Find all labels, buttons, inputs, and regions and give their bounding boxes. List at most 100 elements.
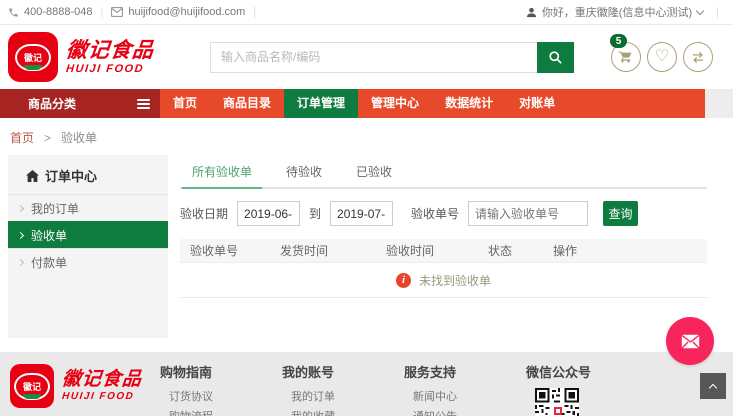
nav-item-stats[interactable]: 数据统计	[432, 89, 506, 118]
hamburger-icon	[137, 98, 150, 109]
col-header-number: 验收单号	[190, 244, 239, 258]
nav-item-statement[interactable]: 对账单	[506, 89, 568, 118]
breadcrumb: 首页 > 验收单	[0, 118, 733, 155]
acceptance-table: 验收单号 发货时间 验收时间 状态 操作 i 未找到验收单	[180, 239, 707, 298]
chevron-right-icon	[16, 204, 25, 212]
chevron-down-icon	[695, 6, 705, 15]
info-icon: i	[395, 272, 411, 288]
cart-icon	[618, 49, 634, 65]
logo-bowl-icon: 徽记	[15, 43, 51, 71]
sidebar: 订单中心 我的订单 验收单 付款单	[8, 155, 168, 338]
sidebar-item-label: 我的订单	[31, 201, 80, 216]
footer-col-title: 购物指南	[160, 365, 213, 380]
sidebar-item-label: 付款单	[31, 255, 68, 270]
chevron-up-icon	[708, 383, 718, 392]
nav-item-admin[interactable]: 管理中心	[358, 89, 432, 118]
search-button[interactable]	[537, 41, 574, 73]
sidebar-item-my-orders[interactable]: 我的订单	[8, 194, 168, 221]
divider: |	[253, 6, 257, 18]
cart-badge: 5	[610, 34, 627, 48]
number-filter-label: 验收单号	[411, 207, 460, 221]
footer-link-announcements[interactable]: 通知公告	[413, 408, 526, 416]
brand-logo[interactable]: 徽记 徽记食品 HUIJI FOOD	[8, 32, 156, 82]
sidebar-item-payment[interactable]: 付款单	[8, 248, 168, 275]
exchange-button[interactable]	[683, 42, 713, 72]
search-icon	[548, 50, 563, 65]
divider: |	[100, 6, 104, 18]
footer-col-title: 微信公众号	[526, 365, 592, 380]
search-input[interactable]	[210, 41, 537, 73]
date-to-input[interactable]	[330, 201, 394, 226]
col-header-actions: 操作	[553, 244, 578, 258]
acceptance-number-input[interactable]	[468, 201, 589, 226]
logo-bowl-text: 徽记	[23, 52, 42, 63]
topbar-user-menu[interactable]: 你好，重庆徽隆(信息中心测试) |	[526, 4, 727, 20]
logo-bowl-text: 徽记	[22, 381, 41, 392]
phone-icon	[8, 7, 19, 18]
logo-text: 徽记食品 HUIJI FOOD	[61, 369, 143, 402]
contact-mail-button[interactable]	[666, 317, 714, 365]
header-quick-icons: 5 ♡	[610, 34, 713, 72]
footer-col-service-support: 服务支持 新闻中心 通知公告	[404, 362, 526, 416]
footer-col-title: 服务支持	[404, 365, 457, 380]
breadcrumb-current: 验收单	[61, 131, 98, 145]
col-header-ship-time: 发货时间	[280, 244, 329, 258]
footer-link-my-orders[interactable]: 我的订单	[291, 388, 404, 404]
logo-name-cn: 徽记食品	[64, 38, 156, 62]
user-greeting: 你好，重庆徽隆(信息中心测试)	[541, 7, 693, 19]
topbar-phone-text: 400-8888-048	[24, 6, 93, 18]
footer-link-shopping-process[interactable]: 购物流程	[169, 408, 282, 416]
logo-mark: 徽记	[8, 32, 58, 82]
breadcrumb-home[interactable]: 首页	[10, 129, 34, 146]
logo-bowl-icon: 徽记	[14, 372, 50, 400]
empty-state-row: i 未找到验收单	[180, 263, 707, 298]
heart-icon: ♡	[654, 48, 670, 65]
empty-message: 未找到验收单	[418, 273, 491, 288]
nav-item-home[interactable]: 首页	[160, 89, 210, 118]
category-label: 商品分类	[28, 97, 77, 111]
chevron-right-icon	[16, 258, 25, 266]
footer-link-my-favorites[interactable]: 我的收藏	[291, 408, 404, 416]
topbar-email[interactable]: huijifood@huijifood.com	[111, 6, 245, 18]
main-nav: 商品分类 首页 商品目录 订单管理 管理中心 数据统计 对账单	[0, 89, 733, 118]
category-menu-button[interactable]: 商品分类	[0, 89, 160, 118]
back-to-top-button[interactable]	[700, 373, 726, 399]
col-header-accept-time: 验收时间	[386, 244, 435, 258]
favorites-button[interactable]: ♡	[647, 42, 677, 72]
header: 徽记 徽记食品 HUIJI FOOD 5	[0, 25, 733, 89]
content: 订单中心 我的订单 验收单 付款单 所有验收单 待验收 已验收 验收日期 201…	[0, 155, 733, 338]
breadcrumb-separator: >	[44, 130, 52, 145]
sidebar-item-acceptance[interactable]: 验收单	[8, 221, 168, 248]
sidebar-title: 订单中心	[8, 155, 168, 194]
nav-item-catalog[interactable]: 商品目录	[210, 89, 284, 118]
footer-link-order-agreement[interactable]: 订货协议	[169, 388, 282, 404]
query-button[interactable]: 查询	[603, 201, 639, 226]
home-icon	[26, 169, 39, 182]
nav-item-orders[interactable]: 订单管理	[284, 89, 359, 118]
filter-bar: 验收日期 到 验收单号 查询	[180, 201, 707, 226]
tab-all-acceptance[interactable]: 所有验收单	[182, 155, 263, 189]
envelope-icon	[681, 334, 700, 349]
logo-mark: 徽记	[10, 364, 54, 408]
topbar-phone: 400-8888-048	[8, 6, 93, 18]
logo-text: 徽记食品 HUIJI FOOD	[64, 38, 156, 75]
footer-logo: 徽记 徽记食品 HUIJI FOOD	[10, 364, 143, 408]
cart-button[interactable]: 5	[610, 34, 641, 72]
tab-pending[interactable]: 待验收	[276, 155, 332, 189]
date-from-input[interactable]	[237, 201, 301, 226]
logo-name-en: HUIJI FOOD	[61, 391, 135, 402]
exchange-icon	[690, 51, 706, 64]
topbar: 400-8888-048 | huijifood@huijifood.com |…	[0, 0, 733, 25]
logo-name-en: HUIJI FOOD	[65, 62, 145, 75]
tab-accepted[interactable]: 已验收	[346, 155, 402, 189]
date-filter-label: 验收日期	[180, 207, 229, 221]
user-icon	[526, 7, 537, 18]
footer-link-news-center[interactable]: 新闻中心	[413, 388, 526, 404]
footer-col-shopping-guide: 购物指南 订货协议 购物流程	[160, 362, 282, 416]
page: 400-8888-048 | huijifood@huijifood.com |…	[0, 0, 733, 416]
search-box	[210, 41, 574, 73]
sidebar-title-text: 订单中心	[45, 169, 98, 184]
footer-col-wechat: 微信公众号	[526, 362, 648, 416]
wechat-qr-code	[535, 388, 648, 416]
date-to-label: 到	[309, 207, 322, 221]
